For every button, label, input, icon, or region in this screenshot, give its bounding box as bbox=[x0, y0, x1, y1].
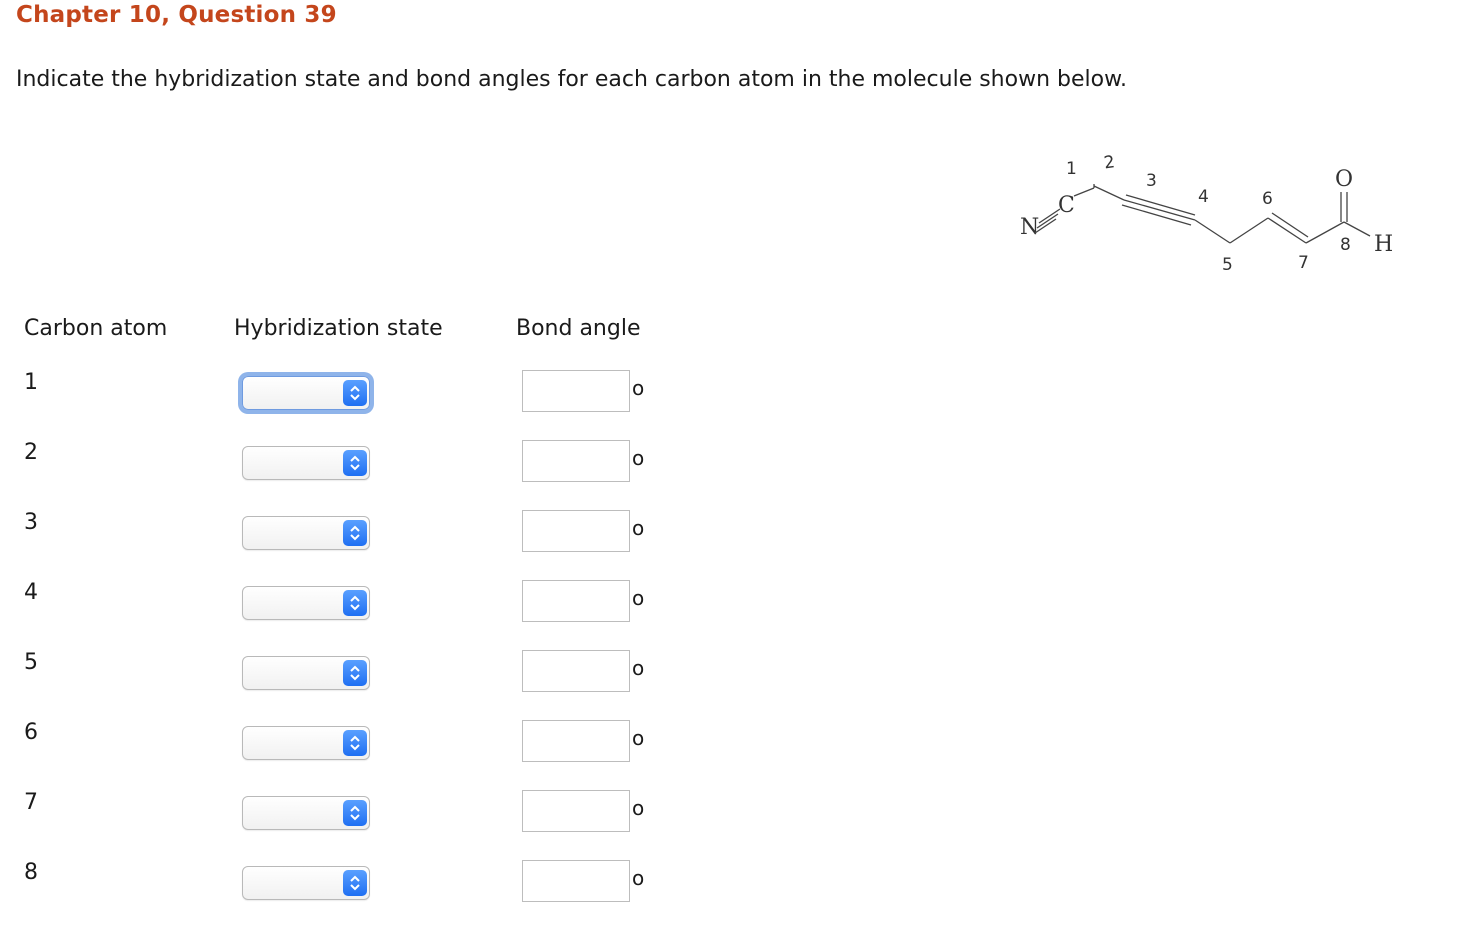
carbon-atom-number: 6 bbox=[24, 720, 38, 745]
chevron-up-down-icon bbox=[343, 800, 367, 826]
column-header-bond-angle: Bond angle bbox=[516, 316, 641, 341]
degree-symbol: o bbox=[632, 376, 645, 400]
hybridization-select[interactable] bbox=[242, 586, 370, 620]
atom-number-6: 6 bbox=[1262, 189, 1273, 209]
hybridization-select[interactable] bbox=[242, 866, 370, 900]
degree-symbol: o bbox=[632, 586, 645, 610]
table-row: 1 o bbox=[0, 370, 700, 440]
table-row: 8 o bbox=[0, 860, 700, 928]
table-row: 3 o bbox=[0, 510, 700, 580]
bond-angle-input[interactable] bbox=[522, 720, 630, 762]
oxygen-atom-label: O bbox=[1335, 167, 1353, 192]
degree-symbol: o bbox=[632, 656, 645, 680]
molecule-diagram: N C O H 1 2 3 4 5 6 7 8 bbox=[1020, 152, 1393, 275]
hybridization-select[interactable] bbox=[242, 446, 370, 480]
table-row: 6 o bbox=[0, 720, 700, 790]
hybridization-select[interactable] bbox=[242, 376, 370, 410]
chevron-up-down-icon bbox=[343, 520, 367, 546]
bond-angle-input[interactable] bbox=[522, 440, 630, 482]
degree-symbol: o bbox=[632, 516, 645, 540]
table-row: 5 o bbox=[0, 650, 700, 720]
carbon-atom-number: 1 bbox=[24, 370, 38, 395]
table-row: 2 o bbox=[0, 440, 700, 510]
hybridization-select[interactable] bbox=[242, 516, 370, 550]
atom-number-4: 4 bbox=[1198, 187, 1209, 207]
atom-number-7: 7 bbox=[1298, 253, 1309, 273]
column-header-hybridization-state: Hybridization state bbox=[234, 316, 443, 341]
nitrogen-atom-label: N bbox=[1020, 215, 1039, 240]
column-header-carbon-atom: Carbon atom bbox=[24, 316, 168, 341]
hybridization-select[interactable] bbox=[242, 796, 370, 830]
carbon-atom-number: 2 bbox=[24, 440, 38, 465]
hybridization-select[interactable] bbox=[242, 656, 370, 690]
bond-angle-input[interactable] bbox=[522, 510, 630, 552]
degree-symbol: o bbox=[632, 796, 645, 820]
carbon-atom-number: 7 bbox=[24, 790, 38, 815]
bond-angle-input[interactable] bbox=[522, 860, 630, 902]
hydrogen-atom-label: H bbox=[1374, 232, 1393, 257]
atom-number-2: 2 bbox=[1103, 152, 1117, 173]
chevron-up-down-icon bbox=[343, 870, 367, 896]
carbon-1-atom-label: C bbox=[1058, 193, 1075, 218]
table-row: 7 o bbox=[0, 790, 700, 860]
bond-angle-input[interactable] bbox=[522, 370, 630, 412]
bond-angle-input[interactable] bbox=[522, 790, 630, 832]
bond-angle-input[interactable] bbox=[522, 650, 630, 692]
chevron-up-down-icon bbox=[343, 590, 367, 616]
chevron-up-down-icon bbox=[343, 660, 367, 686]
carbon-atom-number: 3 bbox=[24, 510, 38, 535]
bond-angle-input[interactable] bbox=[522, 580, 630, 622]
chevron-up-down-icon bbox=[343, 380, 367, 406]
atom-number-1: 1 bbox=[1066, 159, 1077, 179]
chevron-up-down-icon bbox=[343, 450, 367, 476]
carbon-atom-number: 8 bbox=[24, 860, 38, 885]
carbon-atom-number: 5 bbox=[24, 650, 38, 675]
degree-symbol: o bbox=[632, 726, 645, 750]
hybridization-select[interactable] bbox=[242, 726, 370, 760]
atom-number-5: 5 bbox=[1222, 255, 1233, 275]
atom-number-3: 3 bbox=[1146, 171, 1157, 191]
degree-symbol: o bbox=[632, 866, 645, 890]
question-prompt: Indicate the hybridization state and bon… bbox=[16, 67, 1128, 92]
chevron-up-down-icon bbox=[343, 730, 367, 756]
table-row: 4 o bbox=[0, 580, 700, 650]
carbon-atom-number: 4 bbox=[24, 580, 38, 605]
atom-number-8: 8 bbox=[1340, 235, 1351, 255]
degree-symbol: o bbox=[632, 446, 645, 470]
page-title: Chapter 10, Question 39 bbox=[16, 2, 337, 28]
